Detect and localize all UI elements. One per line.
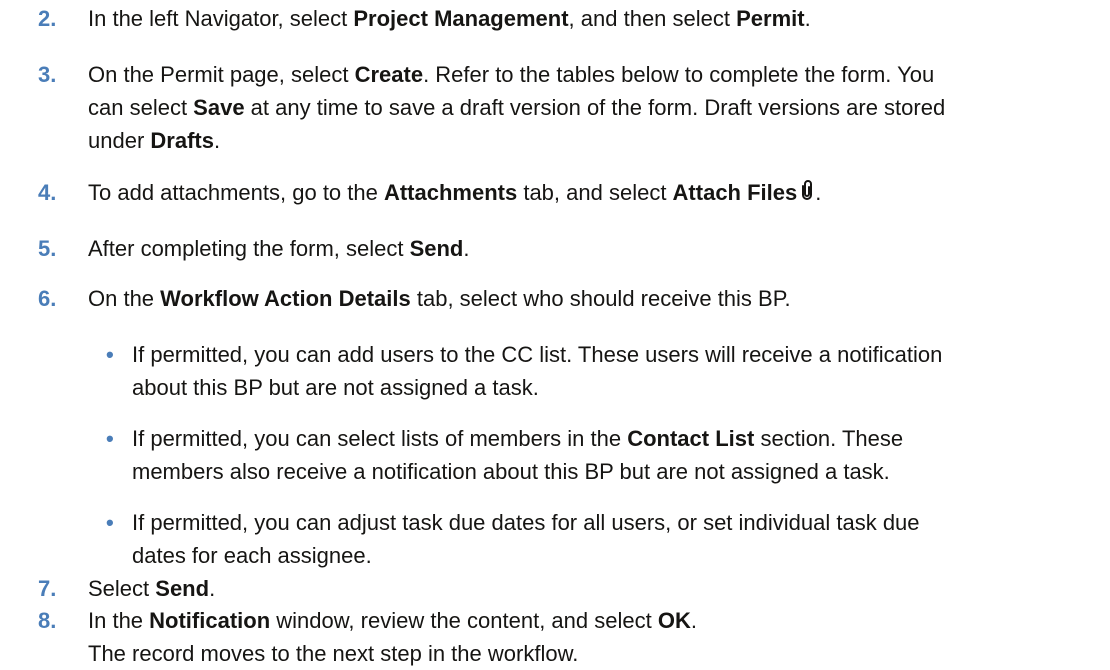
ui-term: Create — [354, 62, 424, 87]
text-run: To add attachments, go to the — [88, 180, 384, 205]
bullet-marker: • — [106, 426, 114, 451]
paperclip-icon — [799, 179, 815, 203]
text-run: On the Permit page, select — [88, 62, 355, 87]
text-run: If permitted, you can add users to the C… — [132, 342, 943, 367]
ui-term: Send — [409, 236, 464, 261]
step-number: 3. — [38, 62, 57, 87]
text-run: In the — [88, 608, 150, 633]
text-line: The record moves to the next step in the… — [88, 637, 1098, 670]
bullet-text: If permitted, you can add users to the C… — [132, 338, 1102, 404]
text-run: Select — [88, 576, 156, 601]
text-run: about this BP but are not assigned a tas… — [132, 375, 539, 400]
text-run: If permitted, you can select lists of me… — [132, 426, 628, 451]
text-run: . — [690, 608, 697, 633]
step-number: 8. — [38, 608, 57, 633]
text-line: members also receive a notification abou… — [132, 455, 1102, 488]
text-run: If permitted, you can adjust task due da… — [132, 510, 920, 535]
text-run: at any time to save a draft version of t… — [244, 95, 946, 120]
step-number: 2. — [38, 6, 57, 31]
ui-term: Notification — [149, 608, 271, 633]
text-run: On the — [88, 286, 161, 311]
text-line: On the Permit page, select Create. Refer… — [88, 58, 1098, 91]
step-number: 4. — [38, 180, 57, 205]
text-line: can select Save at any time to save a dr… — [88, 91, 1098, 124]
ui-term: Drafts — [150, 128, 214, 153]
step-text: On the Permit page, select Create. Refer… — [88, 58, 1098, 157]
instruction-document: 2. In the left Navigator, select Project… — [0, 0, 1110, 668]
text-line: If permitted, you can select lists of me… — [132, 422, 1102, 455]
ui-term: Attachments — [383, 180, 518, 205]
text-run: members also receive a notification abou… — [132, 459, 890, 484]
ui-term: Save — [193, 95, 245, 120]
ui-term: Contact List — [627, 426, 755, 451]
ui-term: Project Management — [353, 6, 569, 31]
text-run: . — [463, 236, 470, 261]
text-run: under — [88, 128, 151, 153]
bullet-text: If permitted, you can adjust task due da… — [132, 506, 1102, 572]
text-run: After completing the form, select — [88, 236, 410, 261]
bullet-marker: • — [106, 342, 114, 367]
ui-term: OK — [657, 608, 691, 633]
step-text: To add attachments, go to the Attachment… — [88, 176, 1098, 209]
text-line: under Drafts. — [88, 124, 1098, 157]
step-text: After completing the form, select Send. — [88, 232, 1098, 265]
text-run: . — [815, 180, 822, 205]
text-run: dates for each assignee. — [132, 543, 372, 568]
text-run: . Refer to the tables below to complete … — [423, 62, 935, 87]
bullet-text: If permitted, you can select lists of me… — [132, 422, 1102, 488]
text-run: . — [804, 6, 811, 31]
step-text: In the Notification window, review the c… — [88, 604, 1098, 670]
text-run: . — [209, 576, 216, 601]
ui-term: Attach Files — [672, 180, 798, 205]
text-run: can select — [88, 95, 194, 120]
text-run: , and then select — [568, 6, 737, 31]
step-number: 7. — [38, 576, 57, 601]
text-run: window, review the content, and select — [270, 608, 658, 633]
text-line: If permitted, you can adjust task due da… — [132, 506, 1102, 539]
text-line: dates for each assignee. — [132, 539, 1102, 572]
text-line: In the Notification window, review the c… — [88, 604, 1098, 637]
text-run: . — [213, 128, 221, 153]
text-line: If permitted, you can add users to the C… — [132, 338, 1102, 371]
step-text: Select Send. — [88, 572, 1098, 605]
step-number: 5. — [38, 236, 57, 261]
text-run: In the left Navigator, select — [88, 6, 354, 31]
ui-term: Permit — [736, 6, 805, 31]
ui-term: Send — [155, 576, 210, 601]
step-text: In the left Navigator, select Project Ma… — [88, 2, 1098, 35]
text-run: tab, and select — [517, 180, 673, 205]
ui-term: Workflow Action Details — [160, 286, 411, 311]
step-text: On the Workflow Action Details tab, sele… — [88, 282, 1098, 315]
bullet-marker: • — [106, 510, 114, 535]
text-run: The record moves to the next step in the… — [88, 641, 579, 666]
text-line: about this BP but are not assigned a tas… — [132, 371, 1102, 404]
text-run: tab, select who should receive this BP. — [410, 286, 791, 311]
step-number: 6. — [38, 286, 57, 311]
text-run: section. These — [754, 426, 904, 451]
